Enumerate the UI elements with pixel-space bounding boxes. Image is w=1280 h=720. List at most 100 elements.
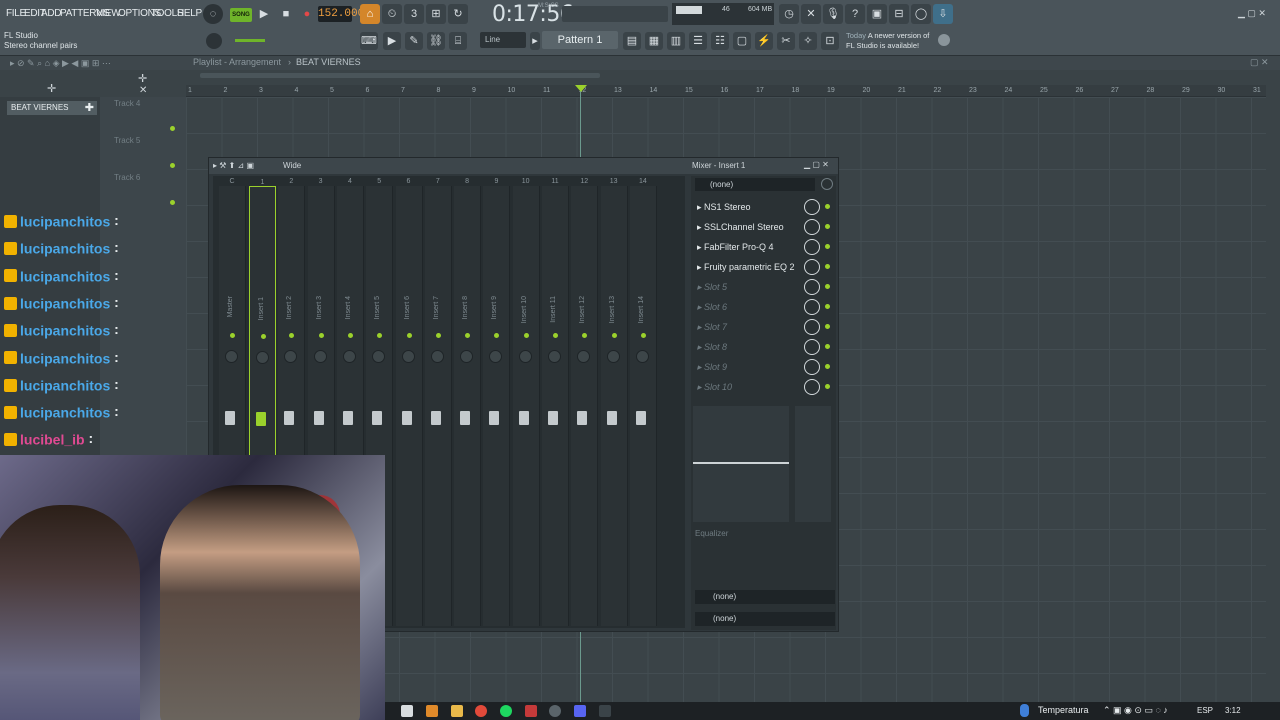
pencil-icon[interactable]: ✎: [405, 32, 423, 50]
snap-selector[interactable]: Line: [480, 32, 526, 48]
mixer-strip[interactable]: 8 Insert 8: [454, 178, 482, 626]
strip-enable-led[interactable]: [553, 333, 558, 338]
pattern-selector[interactable]: Pattern 1: [542, 31, 618, 49]
slot-mix-knob[interactable]: [804, 379, 820, 395]
track-mute-led[interactable]: [170, 200, 175, 205]
mic-icon[interactable]: 🎙: [823, 4, 843, 24]
slot-enable-led[interactable]: [825, 344, 830, 349]
playlist-scrollbar[interactable]: [1266, 70, 1280, 702]
strip-enable-led[interactable]: [230, 333, 235, 338]
obs-icon[interactable]: [549, 705, 561, 717]
channel-rack-icon[interactable]: ▦: [645, 32, 663, 50]
track-move-icon[interactable]: ✛: [138, 72, 147, 85]
pan-knob[interactable]: [430, 350, 444, 363]
mixer-insert-slot[interactable]: ▸ Slot 8: [697, 338, 832, 356]
volume-fader[interactable]: [342, 411, 353, 425]
eq-band-faders[interactable]: [795, 406, 831, 522]
taskbar-clock[interactable]: 3:12: [1225, 706, 1241, 715]
track-mute-led[interactable]: [170, 163, 175, 168]
wrench-icon[interactable]: ✂: [777, 32, 795, 50]
menu-view[interactable]: VIEW: [96, 8, 121, 19]
mixer-insert-slot[interactable]: ▸ Slot 7: [697, 318, 832, 336]
window-controls[interactable]: ▁ ▢ ✕: [1238, 8, 1278, 18]
plug-icon[interactable]: ⚡: [755, 32, 773, 50]
download-icon[interactable]: ⇩: [933, 4, 953, 24]
app-icon[interactable]: [599, 705, 611, 717]
strip-enable-led[interactable]: [289, 333, 295, 338]
slot-mix-knob[interactable]: [804, 219, 820, 235]
menu-file[interactable]: FILE: [6, 8, 26, 19]
strip-enable-led[interactable]: [435, 333, 441, 338]
wait-input-icon[interactable]: ⏲: [382, 4, 402, 24]
plugin-db-icon[interactable]: ▢: [733, 32, 751, 50]
slot-enable-led[interactable]: [825, 384, 830, 389]
strip-enable-led[interactable]: [640, 333, 646, 338]
mixer-strip[interactable]: 13 Insert 13: [600, 178, 628, 626]
slot-enable-led[interactable]: [825, 224, 830, 229]
explorer-icon[interactable]: [451, 705, 463, 717]
mixer-strip[interactable]: 12 Insert 12: [571, 178, 599, 626]
save-icon[interactable]: ▣: [867, 4, 887, 24]
slot-mix-knob[interactable]: [804, 319, 820, 335]
pan-knob[interactable]: [489, 350, 503, 363]
pan-knob[interactable]: [372, 350, 386, 363]
mixer-insert-slot[interactable]: ▸ Slot 10: [697, 378, 832, 396]
mixer-tools-icon[interactable]: ▸ ⚒ ⬆ ⊿ ▣: [213, 161, 254, 170]
mixer-preset-selector[interactable]: (none): [695, 178, 815, 191]
timeline-ruler[interactable]: 1 2 3 4 5 6 7 8 9 10 11 12 13 14 15 16 17 18 19 20 21 22 23 24 2…: [186, 85, 1266, 97]
volume-fader[interactable]: [372, 411, 383, 425]
pan-knob[interactable]: [635, 350, 649, 363]
slot-enable-led[interactable]: [825, 364, 830, 369]
app-icon[interactable]: [525, 705, 537, 717]
strip-enable-led[interactable]: [347, 333, 353, 338]
pan-knob[interactable]: [548, 350, 561, 363]
arrangement-name[interactable]: BEAT VIERNES: [296, 57, 361, 67]
slot-enable-led[interactable]: [825, 244, 830, 249]
track-mute-led[interactable]: [170, 126, 175, 131]
mixer-insert-slot[interactable]: ▸ SSLChannel Stereo: [697, 218, 832, 236]
audio-output-selector[interactable]: (none): [695, 612, 835, 626]
eq-graph[interactable]: [693, 406, 789, 522]
weather-label[interactable]: Temperatura: [1038, 705, 1089, 715]
mixer-strip[interactable]: 10 Insert 10: [512, 178, 540, 626]
strip-enable-led[interactable]: [377, 333, 383, 338]
slot-mix-knob[interactable]: [804, 239, 820, 255]
volume-fader[interactable]: [606, 411, 617, 425]
song-mode-toggle[interactable]: SONG: [230, 8, 252, 22]
language-indicator[interactable]: ESP: [1197, 706, 1213, 715]
pan-knob[interactable]: [284, 350, 298, 363]
chrome-icon[interactable]: [475, 705, 487, 717]
strip-enable-led[interactable]: [494, 333, 500, 338]
recording-mode-icon[interactable]: ◌: [203, 4, 223, 24]
slot-mix-knob[interactable]: [804, 339, 820, 355]
audio-input-selector[interactable]: (none): [695, 590, 835, 604]
mixer-insert-slot[interactable]: ▸ FabFilter Pro-Q 4: [697, 238, 832, 256]
volume-fader[interactable]: [460, 411, 471, 425]
pan-knob[interactable]: [313, 350, 327, 363]
mixer-strip[interactable]: 14 Insert 14: [629, 178, 657, 626]
slot-mix-knob[interactable]: [804, 359, 820, 375]
pan-knob[interactable]: [401, 350, 415, 363]
volume-fader[interactable]: [489, 411, 500, 425]
track-close-icon[interactable]: ✕: [139, 85, 147, 96]
volume-fader[interactable]: [284, 411, 295, 425]
volume-fader[interactable]: [577, 411, 588, 425]
fl-studio-taskbar-icon[interactable]: [426, 705, 438, 717]
slot-mix-knob[interactable]: [804, 299, 820, 315]
pan-knob[interactable]: [256, 351, 269, 364]
strip-enable-led[interactable]: [582, 333, 588, 338]
pan-knob[interactable]: [577, 350, 591, 363]
piano-roll-icon[interactable]: ▥: [667, 32, 685, 50]
discord-icon[interactable]: [574, 705, 586, 717]
tempo-tap-icon[interactable]: ◷: [779, 4, 799, 24]
volume-fader[interactable]: [518, 411, 529, 425]
mixer-insert-slot[interactable]: ▸ Slot 5: [697, 278, 832, 296]
browser-icon[interactable]: ☷: [711, 32, 729, 50]
master-volume-slider[interactable]: [562, 6, 668, 22]
slot-enable-led[interactable]: [825, 284, 830, 289]
horizontal-scrollbar[interactable]: [200, 73, 600, 78]
snap-arrow-icon[interactable]: ▶: [383, 32, 401, 50]
metronome-icon[interactable]: ⌂: [360, 4, 380, 24]
slot-enable-led[interactable]: [825, 324, 830, 329]
start-icon[interactable]: [401, 705, 413, 717]
